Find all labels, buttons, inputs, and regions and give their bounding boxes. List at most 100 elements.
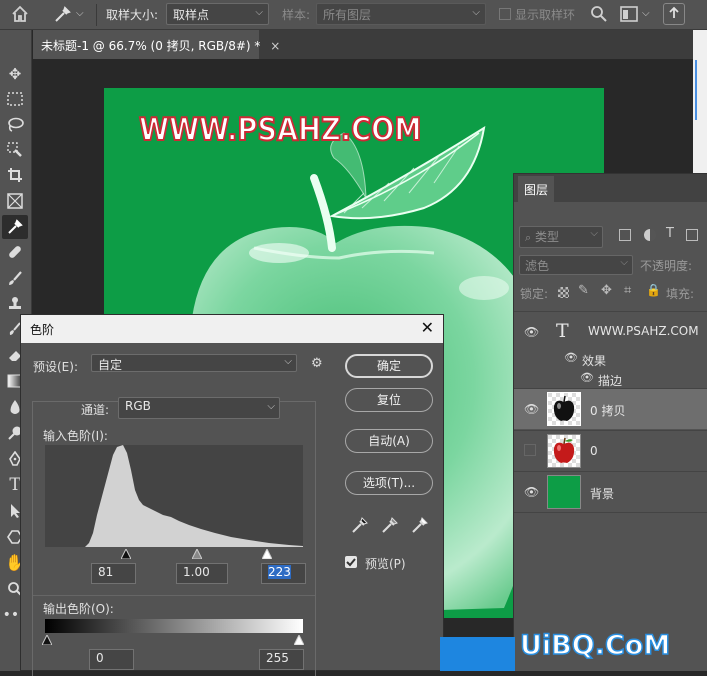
chevron-down-icon: ⌵	[620, 257, 628, 268]
close-tab-icon[interactable]: ×	[270, 39, 280, 53]
layer-filter-value: 类型	[535, 230, 560, 244]
dialog-titlebar: 色阶 ✕	[21, 315, 443, 343]
histogram	[45, 445, 303, 547]
frame-icon[interactable]	[2, 189, 28, 213]
preset-label: 预设(E):	[33, 360, 78, 374]
blend-mode-select[interactable]: 滤色 ⌵	[519, 255, 633, 275]
input-gamma-field[interactable]: 1.00	[176, 563, 228, 584]
visibility-eye-icon[interactable]: 👁	[580, 371, 594, 384]
document-tab[interactable]: 未标题-1 @ 66.7% (0 拷贝, RGB/8#) * ×	[33, 30, 280, 59]
output-black-value: 0	[96, 651, 104, 665]
filter-shape-icon[interactable]	[686, 229, 698, 241]
filter-pixel-icon[interactable]	[619, 229, 631, 241]
layers-panel: 图层 ⌕ 类型 ⌵ T 滤色 ⌵ 不透明度: 锁定: ✎ ✥ ⌗ 🔒 填充: 👁…	[513, 173, 707, 671]
levels-dialog: 色阶 ✕ 预设(E): 自定 ⌵ ⚙ 通道: RGB ⌵ 输入色阶(I): 81…	[20, 314, 444, 676]
input-gamma-slider[interactable]	[191, 547, 203, 560]
layer-name: 0 拷贝	[590, 404, 626, 418]
layer-effects-row[interactable]: 👁 效果	[514, 349, 707, 369]
options-button[interactable]: 选项(T)...	[345, 471, 433, 495]
filter-type-icon[interactable]: T	[666, 226, 674, 241]
canvas-watermark-text: WWW.PSAHZ.COM	[138, 111, 422, 149]
sample-size-label: 取样大小:	[106, 8, 159, 22]
chevron-down-icon: ⌵	[284, 356, 292, 367]
output-white-slider[interactable]	[293, 633, 305, 646]
divider	[33, 595, 315, 596]
close-icon[interactable]: ✕	[421, 318, 434, 337]
channel-select[interactable]: RGB ⌵	[118, 397, 280, 419]
output-white-field[interactable]: 255	[259, 649, 304, 670]
layer-row-background[interactable]: 👁 背景	[514, 471, 707, 512]
sample-value: 所有图层	[323, 8, 372, 22]
lock-all-icon[interactable]: 🔒	[646, 283, 661, 297]
output-black-slider[interactable]	[41, 633, 53, 646]
layer-row-text[interactable]: 👁 T WWW.PSAHZ.COM	[514, 311, 707, 352]
options-bar: ⌵ 取样大小: 取样点 ⌵ 样本: 所有图层 ⌵ 显示取样环 ⌵	[0, 0, 707, 30]
move-icon[interactable]: ✥	[2, 62, 28, 86]
preset-options-gear-icon[interactable]: ⚙	[311, 356, 323, 371]
ok-button[interactable]: 确定	[345, 354, 433, 378]
quick-select-icon[interactable]	[2, 138, 28, 162]
visibility-eye-icon[interactable]: 👁	[564, 351, 578, 364]
layers-tab[interactable]: 图层	[518, 176, 555, 202]
layer-stroke-effect-row[interactable]: 👁 描边	[514, 369, 707, 389]
marquee-icon[interactable]	[2, 87, 28, 111]
healing-icon[interactable]	[2, 240, 28, 264]
input-black-slider[interactable]	[120, 547, 132, 560]
filter-adjustment-icon[interactable]	[644, 229, 656, 241]
lock-artboard-icon[interactable]: ⌗	[624, 283, 631, 298]
input-black-field[interactable]: 81	[91, 563, 136, 584]
layer-filter-select[interactable]: ⌕ 类型 ⌵	[519, 226, 603, 248]
sample-size-select[interactable]: 取样点 ⌵	[166, 3, 269, 25]
brush-icon[interactable]	[2, 266, 28, 290]
home-icon[interactable]	[10, 4, 30, 24]
document-tab-bar: 未标题-1 @ 66.7% (0 拷贝, RGB/8#) * ×	[33, 30, 693, 59]
white-point-eyedropper-icon[interactable]	[411, 516, 429, 537]
lock-position-icon[interactable]: ✥	[601, 283, 612, 298]
dialog-title: 色阶	[30, 323, 55, 337]
black-point-eyedropper-icon[interactable]	[351, 516, 369, 537]
visibility-eye-icon[interactable]: 👁	[524, 485, 539, 499]
search-icon[interactable]	[590, 5, 608, 26]
eyedropper-tool-icon[interactable]	[52, 5, 72, 25]
lasso-icon[interactable]	[2, 113, 28, 137]
site-watermark: UiBQ.CoM	[519, 629, 671, 662]
input-black-value: 81	[98, 565, 114, 579]
gray-point-eyedropper-icon[interactable]	[381, 516, 399, 537]
workspace-dropdown-icon[interactable]: ⌵	[642, 8, 650, 19]
text-layer-icon: T	[556, 320, 569, 342]
lock-image-icon[interactable]: ✎	[578, 283, 589, 298]
visibility-toggle-off[interactable]	[524, 444, 536, 456]
visibility-eye-icon[interactable]: 👁	[524, 402, 539, 416]
layer-row-copy[interactable]: 👁 0 拷贝	[514, 388, 707, 429]
show-ring-label: 显示取样环	[515, 8, 576, 22]
visibility-eye-icon[interactable]: 👁	[524, 325, 539, 339]
blend-mode-value: 滤色	[525, 259, 550, 273]
effects-label: 效果	[582, 354, 607, 368]
taskbar-accent	[440, 637, 515, 671]
layer-thumbnail	[547, 475, 581, 509]
layer-row-apple[interactable]: 0	[514, 430, 707, 471]
output-white-value: 255	[266, 651, 289, 665]
opacity-label: 不透明度:	[640, 259, 693, 273]
preset-select[interactable]: 自定 ⌵	[91, 354, 297, 372]
input-white-slider[interactable]	[261, 547, 273, 560]
preview-checkbox[interactable]	[345, 556, 357, 568]
input-white-field[interactable]: 223	[261, 563, 306, 584]
sample-size-value: 取样点	[173, 8, 210, 22]
auto-button[interactable]: 自动(A)	[345, 429, 433, 453]
chevron-down-icon: ⌵	[472, 7, 480, 18]
lock-transparent-icon[interactable]	[558, 287, 569, 298]
crop-icon[interactable]	[2, 163, 28, 187]
sample-select[interactable]: 所有图层 ⌵	[316, 3, 486, 25]
chevron-down-icon: ⌵	[590, 228, 598, 239]
tool-dropdown-icon[interactable]: ⌵	[76, 8, 84, 19]
channel-value: RGB	[125, 399, 151, 413]
eyedropper-icon[interactable]	[2, 215, 28, 239]
stamp-icon[interactable]	[2, 292, 28, 316]
share-icon[interactable]	[663, 3, 685, 25]
workspace-icon[interactable]	[620, 6, 638, 25]
reset-button[interactable]: 复位	[345, 388, 433, 412]
sample-label: 样本:	[282, 8, 311, 22]
output-black-field[interactable]: 0	[89, 649, 134, 670]
show-ring-checkbox[interactable]	[499, 8, 511, 20]
